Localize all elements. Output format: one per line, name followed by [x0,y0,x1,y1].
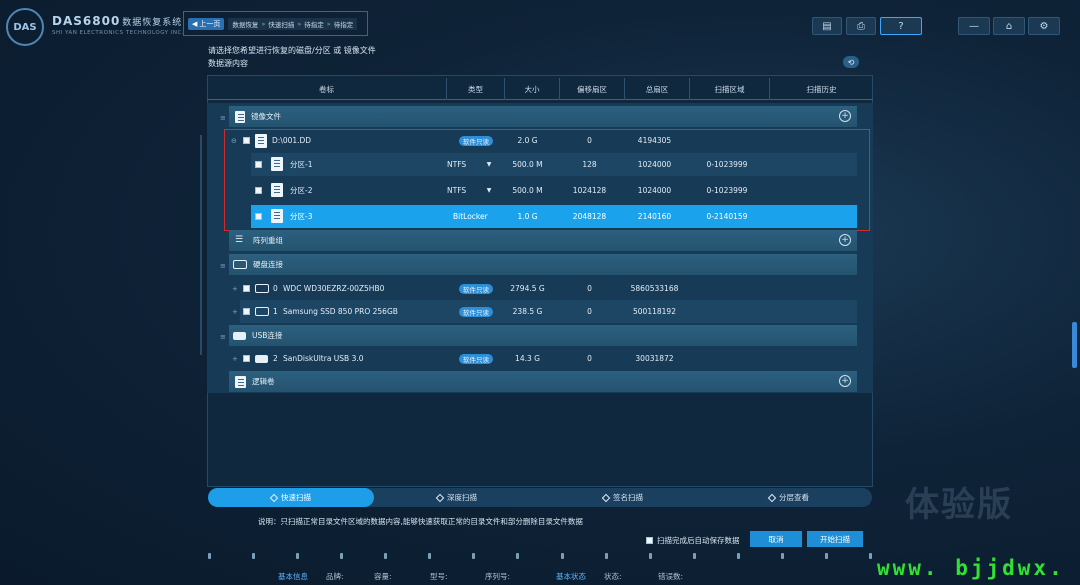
app-title: DAS6800 数据恢复系统 [52,14,183,28]
group-usb[interactable]: USB连接 [229,325,857,346]
col-label[interactable]: 卷标 [207,78,447,100]
row-checkbox[interactable] [243,285,250,292]
usb-icon [255,355,268,363]
cancel-button[interactable]: 取消 [750,531,802,547]
disk-icon [255,284,269,293]
trial-watermark: 体验版 [905,485,1013,525]
breadcrumb-item[interactable]: 数据恢复 [232,19,258,29]
expand-icon[interactable]: + [232,285,238,293]
home-icon[interactable]: ⌂ [993,17,1025,35]
group-image-files[interactable]: 镜像文件 + [229,106,857,127]
document-icon[interactable]: ▤ [812,17,842,35]
autosave-checkbox[interactable] [646,537,653,544]
collapse-icon[interactable]: ≡ [220,114,228,122]
app-logo: DAS [6,8,44,46]
col-total[interactable]: 总扇区 [625,78,690,100]
add-icon[interactable]: + [839,234,851,246]
row-checkbox[interactable] [243,355,250,362]
readonly-badge: 软件只读 [459,306,493,317]
readonly-badge: 软件只读 [459,283,493,294]
col-offset[interactable]: 偏移扇区 [560,78,625,100]
prompt-text: 请选择您希望进行恢复的磁盘/分区 或 镜像文件 [208,46,376,55]
group-logical-volume[interactable]: 逻辑卷 + [229,371,857,392]
minimize-icon[interactable]: — [958,17,990,35]
progress-track [208,553,872,561]
app-subtitle: SHI YAN ELECTRONICS TECHNOLOGY INC. [52,30,185,36]
usb-row[interactable]: + 2 SanDiskUltra USB 3.0 软件只读 14.3 G 0 3… [229,347,857,370]
table-header: 卷标 类型 大小 偏移扇区 总扇区 扫描区域 扫描历史 [207,78,873,100]
highlight-box [224,129,870,231]
tab-deep-scan[interactable]: 深度扫描 [374,488,540,507]
start-scan-button[interactable]: 开始扫描 [807,531,863,547]
status-brand: 品牌: [326,572,344,581]
row-checkbox[interactable] [243,308,250,315]
diamond-icon [601,493,611,502]
settings-icon[interactable]: ⚙ [1028,17,1060,35]
image-file-icon [235,110,245,123]
col-range[interactable]: 扫描区域 [690,78,770,100]
panel-edge [200,135,202,355]
breadcrumb-item[interactable]: 待指定 [334,19,354,29]
status-capacity: 容量: [374,572,392,581]
breadcrumb-item[interactable]: 待指定 [304,19,324,29]
printer-icon[interactable]: ⎙ [846,17,876,35]
col-type[interactable]: 类型 [447,78,505,100]
site-watermark: www. bjjdwx. com [877,556,1065,585]
expand-icon[interactable]: + [232,308,238,316]
group-hdd[interactable]: 硬盘连接 [229,254,857,275]
diamond-icon [435,493,445,502]
col-history[interactable]: 扫描历史 [770,78,873,100]
tab-signature-scan[interactable]: 签名扫描 [540,488,706,507]
source-label: 数据源内容 [208,59,248,68]
help-icon[interactable]: ? [880,17,922,35]
add-icon[interactable]: + [839,110,851,122]
back-button[interactable]: ◀ 上一页 [188,17,225,30]
add-icon[interactable]: + [839,375,851,387]
col-size[interactable]: 大小 [505,78,560,100]
autosave-option[interactable]: 扫描完成后自动保存数据 [646,535,740,546]
breadcrumb: ◀ 上一页 数据恢复 » 快速扫描 » 待指定 » 待指定 [183,11,368,36]
diamond-icon [767,493,777,502]
list-icon: ☰ [235,235,244,245]
tab-quick-scan[interactable]: 快速扫描 [208,488,374,507]
status-serial: 序列号: [485,572,511,581]
disk-row[interactable]: + 1 Samsung SSD 850 PRO 256GB 软件只读 238.5… [232,300,857,323]
readonly-badge: 软件只读 [459,353,493,364]
usb-icon [233,331,246,340]
scan-description: 说明：只扫描正常目录文件区域的数据内容,能够快速获取正常的目录文件和部分删除目录… [258,517,583,526]
disk-icon [233,260,247,269]
status-model: 型号: [430,572,448,581]
group-raid[interactable]: ☰ 阵列重组 + [229,230,857,251]
breadcrumb-trail: 数据恢复 » 快速扫描 » 待指定 » 待指定 [228,17,358,30]
status-basic-state[interactable]: 基本状态 [556,571,586,582]
disk-icon [255,307,269,316]
refresh-icon[interactable]: ⟲ [843,56,859,68]
disk-row[interactable]: + 0 WDC WD30EZRZ-00Z5HB0 软件只读 2794.5 G 0… [229,277,857,300]
scan-mode-tabs: 快速扫描 深度扫描 签名扫描 分层查看 [208,488,872,507]
expand-icon[interactable]: + [232,355,238,363]
volume-icon [235,375,246,388]
status-state: 状态: [604,572,622,581]
breadcrumb-item[interactable]: 快速扫描 [268,19,294,29]
collapse-icon[interactable]: ≡ [220,333,228,341]
scrollbar[interactable] [1072,322,1077,368]
status-basic-info[interactable]: 基本信息 [278,571,308,582]
status-errors: 错误数: [658,572,684,581]
collapse-icon[interactable]: ≡ [220,262,228,270]
diamond-icon [269,493,279,502]
tab-layer-view[interactable]: 分层查看 [706,488,872,507]
